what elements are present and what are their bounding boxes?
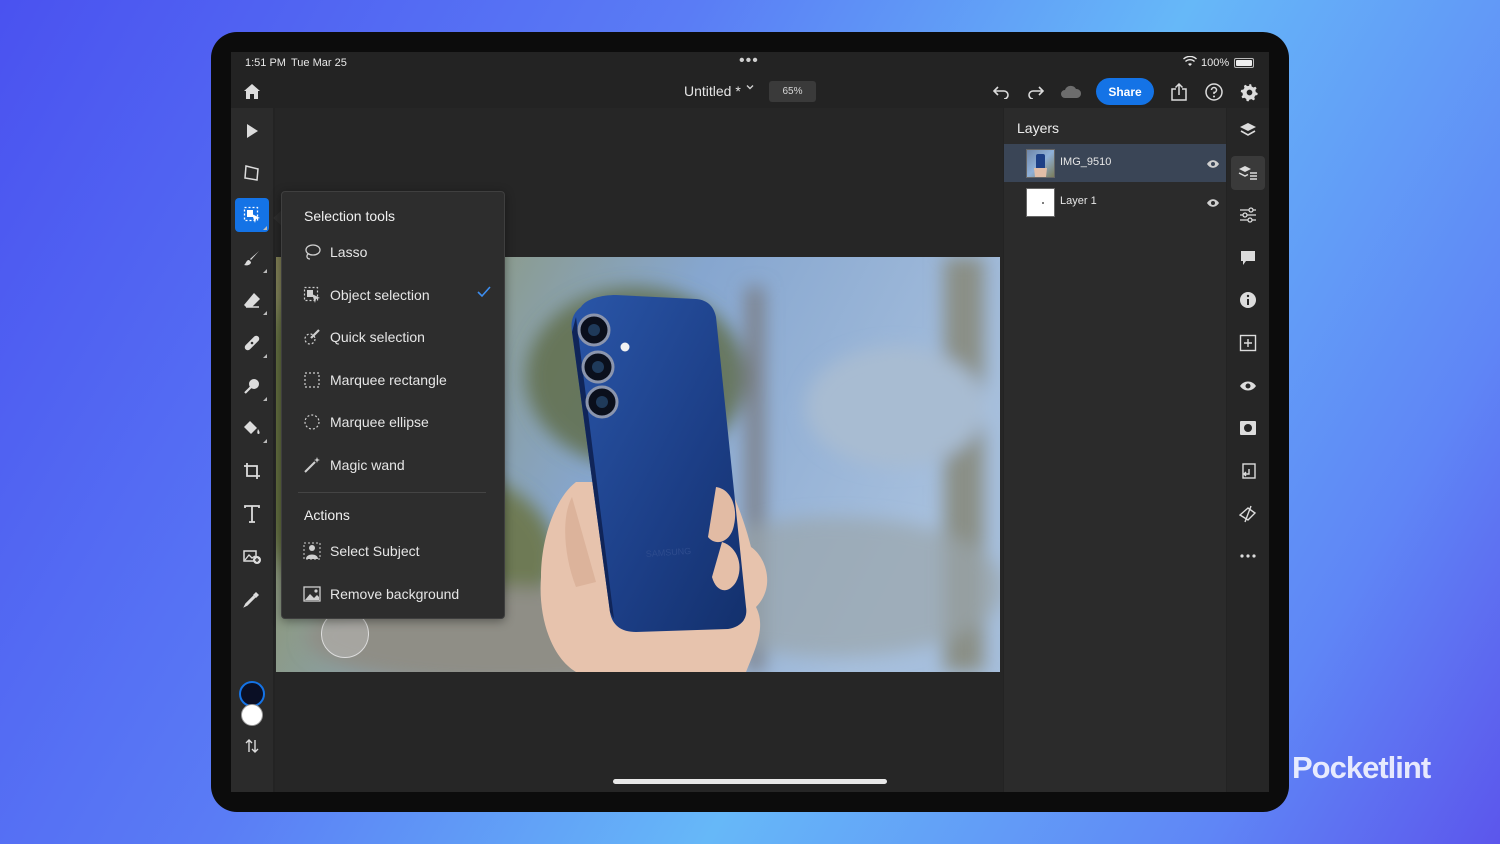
- marquee-rectangle-icon: [302, 370, 322, 390]
- battery-percent: 100%: [1201, 57, 1230, 69]
- tool-group-indicator: [263, 439, 267, 443]
- tools-panel: [231, 108, 273, 792]
- checkmark-icon: [476, 285, 492, 302]
- cloud-icon[interactable]: [1058, 80, 1084, 104]
- layer-name: Layer 1: [1060, 195, 1097, 207]
- menu-item-label: Quick selection: [330, 329, 425, 345]
- home-indicator[interactable]: [613, 779, 887, 784]
- swap-colors-icon[interactable]: [235, 729, 269, 763]
- status-time: 1:51 PM: [245, 57, 286, 69]
- eyedropper-icon[interactable]: [235, 582, 269, 616]
- chevron-down-icon[interactable]: [745, 82, 755, 95]
- eraser-refine-icon[interactable]: [1231, 497, 1265, 531]
- remove-background-icon: [302, 584, 322, 604]
- home-icon[interactable]: [241, 78, 263, 104]
- zoom-level[interactable]: 65%: [769, 81, 816, 102]
- battery-icon: [1234, 58, 1254, 68]
- right-panel-bar: [1227, 108, 1269, 792]
- smudge-tool-icon[interactable]: [235, 369, 269, 403]
- clipping-mask-icon[interactable]: [1231, 454, 1265, 488]
- selection-tools-menu: Selection tools Lasso Object selection Q…: [281, 191, 505, 619]
- tool-group-indicator: [263, 311, 267, 315]
- layer-properties-icon[interactable]: [1231, 156, 1265, 190]
- layer-row-layer-1[interactable]: Layer 1: [1004, 183, 1226, 221]
- background-color-swatch[interactable]: [241, 704, 263, 726]
- quick-selection-icon: [302, 327, 322, 347]
- tool-group-indicator: [263, 397, 267, 401]
- menu-item-object-selection[interactable]: Object selection: [302, 281, 492, 309]
- redo-icon[interactable]: [1024, 80, 1048, 104]
- visibility-icon[interactable]: [1231, 369, 1265, 403]
- layers-panel: Layers IMG_9510 Layer 1: [1004, 108, 1226, 792]
- paint-bucket-icon[interactable]: [235, 411, 269, 445]
- brush-tool-icon[interactable]: [235, 241, 269, 275]
- eraser-tool-icon[interactable]: [235, 283, 269, 317]
- menu-item-label: Remove background: [330, 586, 460, 602]
- move-tool-icon[interactable]: [235, 114, 269, 148]
- settings-gear-icon[interactable]: [1236, 79, 1262, 105]
- layers-title: Layers: [1017, 120, 1060, 136]
- status-bar: 1:51 PM Tue Mar 25 ••• 100%: [231, 52, 1269, 74]
- export-icon[interactable]: [1167, 79, 1191, 105]
- menu-item-marquee-rectangle[interactable]: Marquee rectangle: [302, 366, 492, 394]
- selection-tool-icon[interactable]: [235, 198, 269, 232]
- top-bar: Untitled * 65% Share: [231, 74, 1269, 108]
- share-button[interactable]: Share: [1096, 78, 1154, 105]
- menu-item-label: Object selection: [330, 287, 430, 303]
- lasso-icon: [302, 242, 322, 262]
- selection-tools-heading: Selection tools: [304, 208, 396, 224]
- info-icon[interactable]: [1231, 283, 1265, 317]
- menu-divider: [298, 492, 486, 493]
- multitasking-dots-icon[interactable]: •••: [739, 52, 759, 70]
- document-title[interactable]: Untitled *: [684, 83, 741, 99]
- marquee-ellipse-icon: [302, 412, 322, 432]
- menu-item-lasso[interactable]: Lasso: [302, 238, 492, 266]
- menu-item-magic-wand[interactable]: Magic wand: [302, 451, 492, 479]
- tool-group-indicator: [263, 354, 267, 358]
- tool-group-indicator: [263, 226, 267, 230]
- menu-item-quick-selection[interactable]: Quick selection: [302, 323, 492, 351]
- status-date: Tue Mar 25: [291, 57, 347, 69]
- menu-item-select-subject[interactable]: Select Subject: [302, 537, 492, 565]
- object-selection-icon: [302, 285, 322, 305]
- menu-item-label: Magic wand: [330, 457, 405, 473]
- layers-icon[interactable]: [1231, 113, 1265, 147]
- select-subject-icon: [302, 541, 322, 561]
- transform-tool-icon[interactable]: [235, 156, 269, 190]
- actions-heading: Actions: [304, 507, 350, 523]
- type-tool-icon[interactable]: [235, 497, 269, 531]
- tool-group-indicator: [263, 269, 267, 273]
- menu-item-label: Marquee rectangle: [330, 372, 447, 388]
- crop-tool-icon[interactable]: [235, 454, 269, 488]
- wifi-icon: [1183, 55, 1197, 70]
- layer-thumbnail: [1026, 149, 1055, 178]
- comment-icon[interactable]: [1231, 241, 1265, 275]
- menu-item-label: Lasso: [330, 244, 368, 260]
- menu-item-marquee-ellipse[interactable]: Marquee ellipse: [302, 408, 492, 436]
- help-icon[interactable]: [1201, 79, 1227, 105]
- menu-item-label: Select Subject: [330, 543, 420, 559]
- undo-icon[interactable]: [989, 80, 1013, 104]
- layer-row-img-9510[interactable]: IMG_9510: [1004, 144, 1226, 182]
- add-layer-icon[interactable]: [1231, 326, 1265, 360]
- menu-item-remove-background[interactable]: Remove background: [302, 580, 492, 608]
- adjustments-icon[interactable]: [1231, 198, 1265, 232]
- visibility-eye-icon[interactable]: [1206, 195, 1220, 213]
- layer-thumbnail: [1026, 188, 1055, 217]
- more-options-icon[interactable]: [1231, 539, 1265, 573]
- app-screen: 1:51 PM Tue Mar 25 ••• 100% Untitled * 6…: [231, 52, 1269, 792]
- magic-wand-icon: [302, 455, 322, 475]
- healing-tool-icon[interactable]: [235, 326, 269, 360]
- pocketlint-watermark: Pocketlint: [1292, 750, 1431, 785]
- layer-name: IMG_9510: [1060, 156, 1112, 168]
- visibility-eye-icon[interactable]: [1206, 156, 1220, 174]
- menu-item-label: Marquee ellipse: [330, 414, 429, 430]
- add-image-icon[interactable]: [235, 539, 269, 573]
- layer-mask-icon[interactable]: [1231, 411, 1265, 445]
